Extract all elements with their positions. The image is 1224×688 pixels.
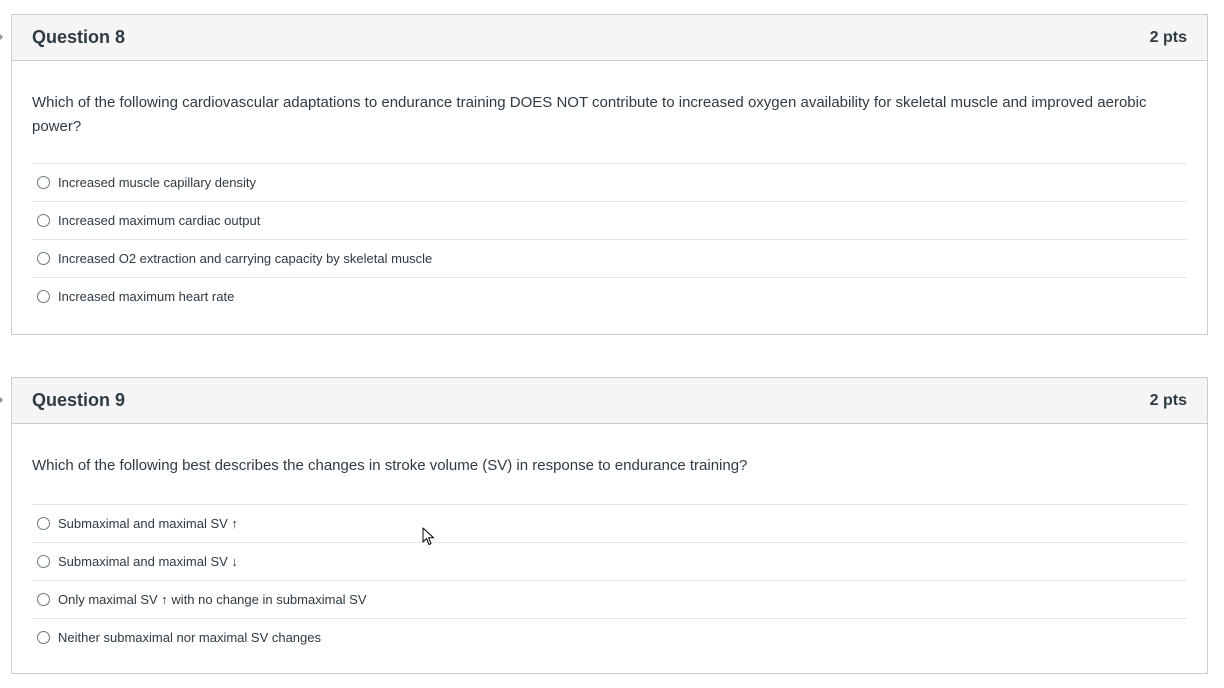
radio-button-icon[interactable] bbox=[37, 214, 50, 227]
answer-label[interactable]: Neither submaximal nor maximal SV change… bbox=[58, 630, 321, 645]
question-card-9: Question 9 2 pts Which of the following … bbox=[0, 377, 1208, 674]
answer-label[interactable]: Increased O2 extraction and carrying cap… bbox=[58, 251, 432, 266]
question-marker-icon bbox=[0, 34, 3, 40]
answer-list: Increased muscle capillary density Incre… bbox=[32, 163, 1187, 315]
question-points: 2 pts bbox=[1149, 28, 1187, 46]
question-marker-icon bbox=[0, 397, 3, 403]
answer-label[interactable]: Increased muscle capillary density bbox=[58, 175, 256, 190]
mouse-pointer-icon bbox=[422, 527, 434, 545]
answer-option[interactable]: Increased O2 extraction and carrying cap… bbox=[32, 239, 1187, 277]
answer-option[interactable]: Submaximal and maximal SV ↓ bbox=[32, 542, 1187, 580]
question-title: Question 8 bbox=[32, 27, 126, 47]
question-card-8: Question 8 2 pts Which of the following … bbox=[0, 14, 1208, 335]
answer-option[interactable]: Increased maximum cardiac output bbox=[32, 201, 1187, 239]
radio-button-icon[interactable] bbox=[37, 517, 50, 530]
answer-label[interactable]: Increased maximum heart rate bbox=[58, 289, 234, 304]
question-body: Which of the following cardiovascular ad… bbox=[12, 61, 1207, 315]
radio-button-icon[interactable] bbox=[37, 555, 50, 568]
question-title: Question 9 bbox=[32, 390, 126, 410]
question-text: Which of the following best describes th… bbox=[32, 457, 748, 474]
radio-button-icon[interactable] bbox=[37, 631, 50, 644]
question-text: Which of the following cardiovascular ad… bbox=[32, 94, 1147, 135]
answer-option[interactable]: Submaximal and maximal SV ↑ bbox=[32, 504, 1187, 542]
radio-button-icon[interactable] bbox=[37, 290, 50, 303]
answer-option[interactable]: Increased maximum heart rate bbox=[32, 277, 1187, 315]
quiz-page: Question 8 2 pts Which of the following … bbox=[0, 0, 1224, 688]
radio-button-icon[interactable] bbox=[37, 593, 50, 606]
question-body: Which of the following best describes th… bbox=[12, 424, 1207, 656]
answer-label[interactable]: Submaximal and maximal SV ↑ bbox=[58, 516, 238, 531]
answer-list: Submaximal and maximal SV ↑ Submaximal a… bbox=[32, 504, 1187, 656]
radio-button-icon[interactable] bbox=[37, 176, 50, 189]
question-points: 2 pts bbox=[1149, 391, 1187, 409]
question-header: Question 8 2 pts bbox=[12, 15, 1207, 61]
answer-option[interactable]: Neither submaximal nor maximal SV change… bbox=[32, 618, 1187, 656]
radio-button-icon[interactable] bbox=[37, 252, 50, 265]
answer-label[interactable]: Only maximal SV ↑ with no change in subm… bbox=[58, 592, 367, 607]
answer-option[interactable]: Only maximal SV ↑ with no change in subm… bbox=[32, 580, 1187, 618]
answer-label[interactable]: Submaximal and maximal SV ↓ bbox=[58, 554, 238, 569]
answer-option[interactable]: Increased muscle capillary density bbox=[32, 163, 1187, 201]
question-header: Question 9 2 pts bbox=[12, 378, 1207, 424]
answer-label[interactable]: Increased maximum cardiac output bbox=[58, 213, 260, 228]
